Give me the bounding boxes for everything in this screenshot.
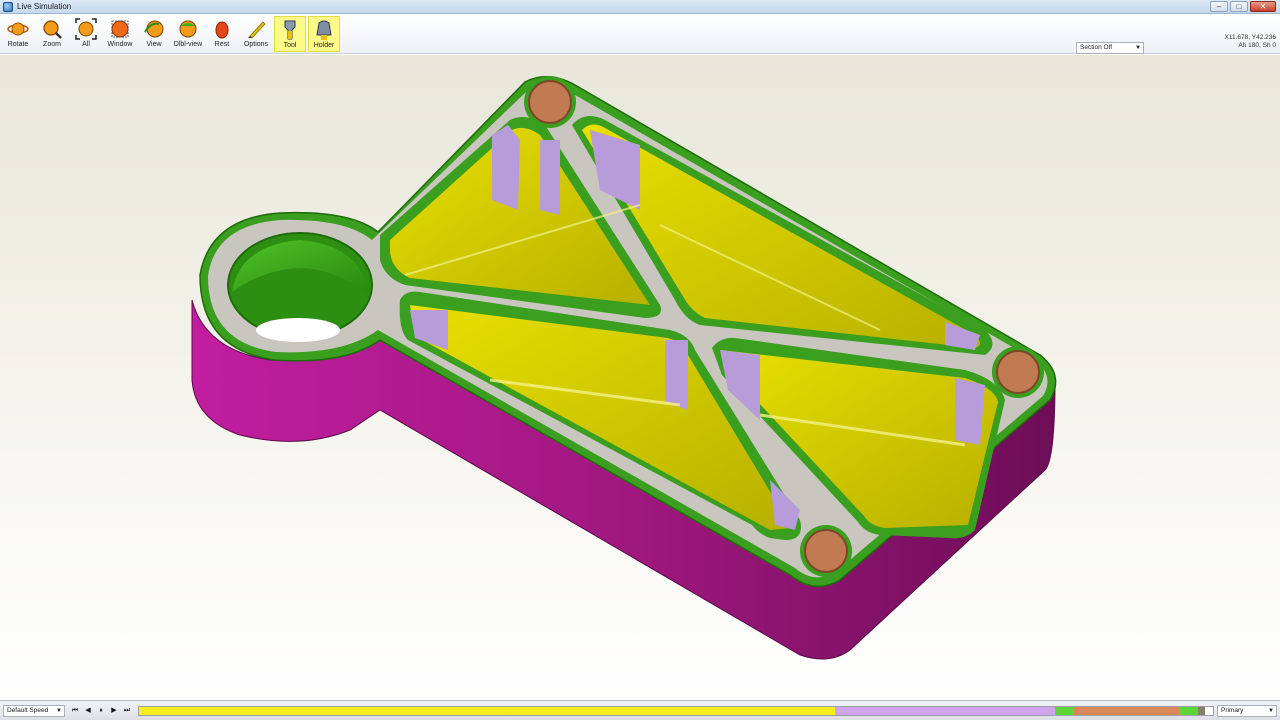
view-button[interactable]: View [138,16,170,52]
skip-end-button[interactable]: ⏭ [122,706,132,716]
dlbl-view-icon [179,20,197,38]
section-select[interactable]: Section Off ▼ [1076,42,1144,54]
zoom-button[interactable]: Zoom [36,16,68,52]
minimize-button[interactable]: – [1210,1,1228,12]
zoom-label: Zoom [43,41,61,48]
toolbar: Rotate Zoom All Window View Dlbl-view Re… [0,14,1280,54]
zoom-window-button[interactable]: Window [104,16,136,52]
primary-select-value: Primary [1221,707,1244,714]
zoom-window-label: Window [107,41,133,48]
view-icon [144,20,164,38]
timeline-segment [1178,707,1198,715]
options-button[interactable]: Options [240,16,272,52]
speed-select-value: Default Speed [7,707,49,714]
zoom-all-button[interactable]: All [70,16,102,52]
primary-select[interactable]: Primary ▼ [1217,705,1277,717]
zoom-window-icon [111,20,129,38]
rotate-button[interactable]: Rotate [2,16,34,52]
holder-icon [316,20,332,40]
tool-icon [284,20,296,40]
timeline-segment [1074,707,1179,715]
dropdown-arrow-icon: ▼ [1135,45,1141,51]
pocket-1-side [492,125,520,210]
timeline-segment [1197,707,1206,715]
timeline-segment [139,707,835,715]
close-button[interactable]: ✕ [1250,1,1276,12]
window-title: Live Simulation [17,2,72,11]
simulation-viewport[interactable] [0,55,1280,700]
tool-button[interactable]: Tool [274,16,306,52]
rotate-icon [7,22,29,36]
title-bar: Live Simulation – □ ✕ [0,0,1280,14]
rest-icon [215,21,229,39]
dropdown-arrow-icon: ▼ [56,708,62,714]
coordinate-readout: X11.678, Y42.236 Ah 180, Sh 0 [1225,34,1276,50]
section-select-value: Section Off [1080,44,1113,51]
coords-line2: Ah 180, Sh 0 [1238,42,1276,49]
view-label: View [146,41,162,48]
window-controls: – □ ✕ [1210,1,1276,12]
holder-button[interactable]: Holder [308,16,340,52]
rewind-start-button[interactable]: ⏮ [70,706,80,716]
maximize-button[interactable]: □ [1230,1,1248,12]
playback-bar: Default Speed ▼ ⏮ ◀ ⏸ ▶ ⏭ Primary ▼ [0,700,1280,720]
zoom-all-label: All [82,41,90,48]
timeline-segment [1055,707,1075,715]
rotate-label: Rotate [7,41,29,48]
simulation-timeline[interactable] [138,706,1214,716]
rest-button[interactable]: Rest [206,16,238,52]
app-icon [3,1,13,12]
dlbl-view-button[interactable]: Dlbl-view [172,16,204,52]
holder-label: Holder [313,42,335,49]
rest-label: Rest [214,41,230,48]
pause-button[interactable]: ⏸ [96,706,106,716]
options-icon [248,21,266,39]
dropdown-arrow-icon: ▼ [1268,708,1274,714]
options-label: Options [243,41,269,48]
dlbl-view-label: Dlbl-view [173,41,203,48]
play-button[interactable]: ▶ [109,706,119,716]
timeline-segment [1205,707,1213,715]
step-back-button[interactable]: ◀ [83,706,93,716]
machined-part-model [191,76,1057,660]
zoom-icon [43,20,62,39]
timeline-segment [834,707,1056,715]
speed-select[interactable]: Default Speed ▼ [3,705,65,717]
zoom-all-icon [75,18,97,40]
coords-line1: X11.678, Y42.236 [1224,34,1276,41]
tool-label: Tool [283,42,297,49]
